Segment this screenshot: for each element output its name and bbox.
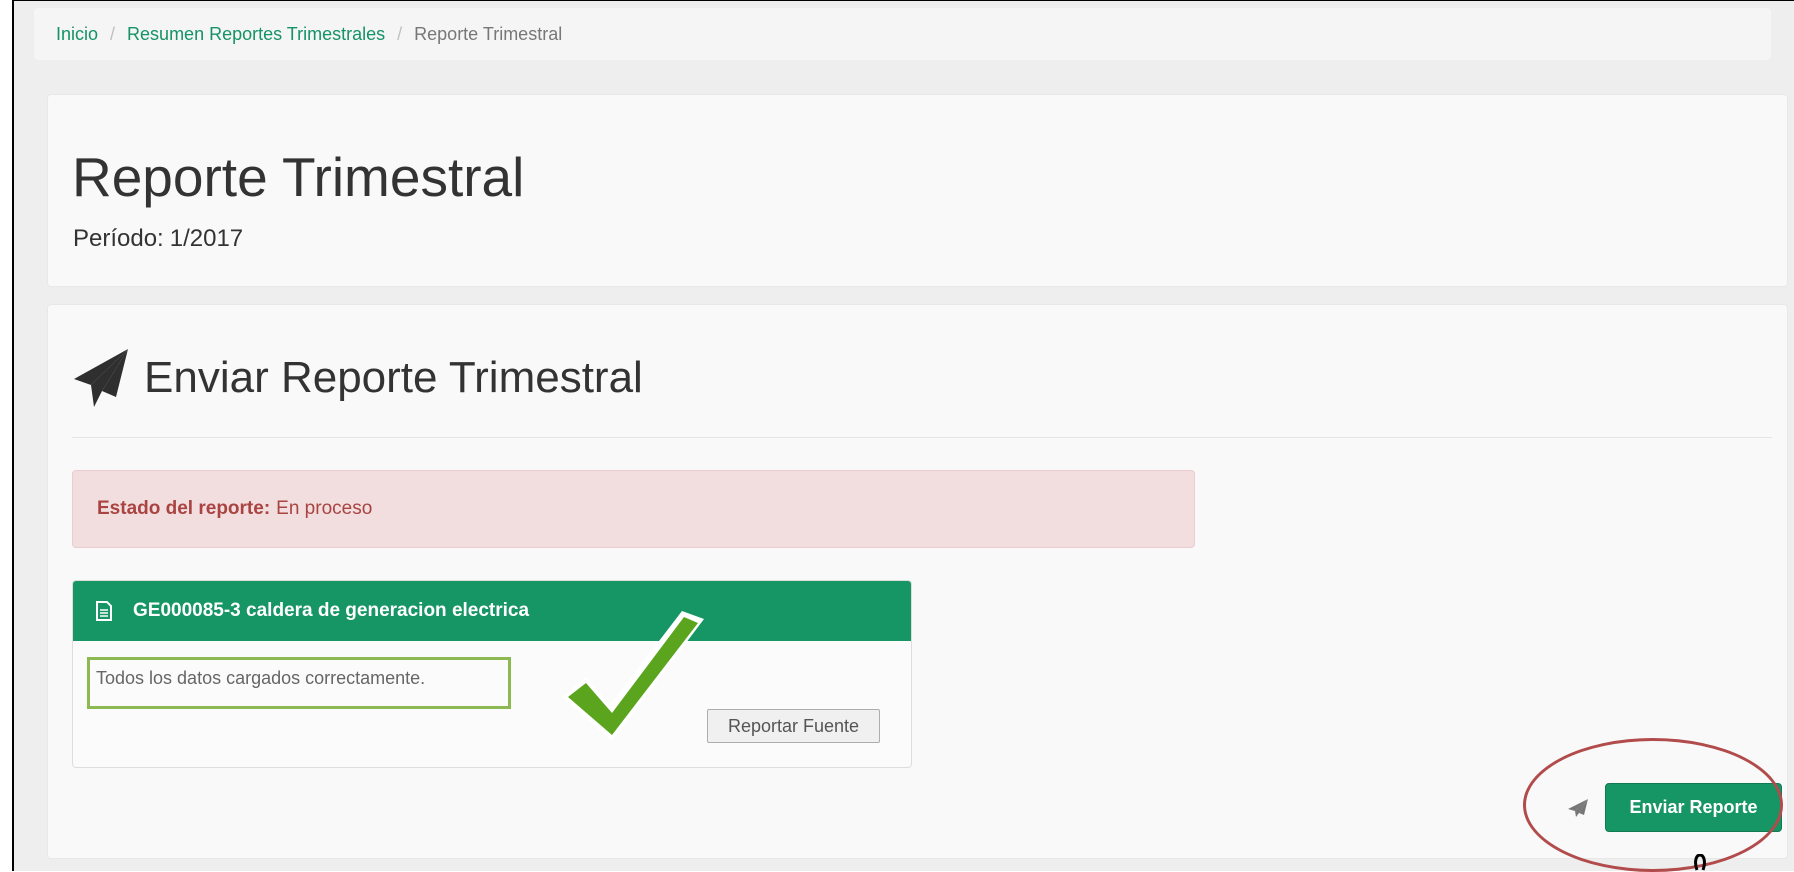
report-header-panel: Reporte Trimestral Período: 1/2017 (47, 94, 1788, 287)
breadcrumb-separator: / (110, 23, 116, 44)
paper-plane-icon (74, 349, 128, 407)
period-value: 1/2017 (169, 225, 244, 252)
page-title: Reporte Trimestral (72, 146, 525, 208)
period-info: Período: 1/2017 (73, 225, 243, 253)
breadcrumb: Inicio / Resumen Reportes Trimestrales /… (34, 8, 1771, 60)
breadcrumb-summary-link[interactable]: Resumen Reportes Trimestrales (127, 24, 385, 45)
success-message: Todos los datos cargados correctamente. (87, 657, 511, 709)
source-card: GE000085-3 caldera de generacion electri… (72, 580, 912, 768)
breadcrumb-separator: / (397, 23, 403, 44)
send-report-panel: Enviar Reporte Trimestral Estado del rep… (47, 304, 1788, 859)
section-divider (72, 437, 1772, 438)
section-title: Enviar Reporte Trimestral (144, 353, 643, 402)
status-value: En proceso (276, 498, 373, 519)
source-card-header: GE000085-3 caldera de generacion electri… (73, 581, 911, 641)
send-report-button[interactable]: Enviar Reporte (1605, 783, 1782, 832)
report-source-button[interactable]: Reportar Fuente (707, 709, 880, 743)
document-icon (96, 601, 112, 621)
breadcrumb-home-link[interactable]: Inicio (56, 24, 98, 45)
section-heading: Enviar Reporte Trimestral (72, 347, 643, 409)
mouse-cursor-icon (1694, 854, 1706, 871)
checkmark-icon (562, 611, 704, 741)
send-action: Enviar Reporte (1567, 783, 1782, 832)
period-label: Período: (73, 225, 164, 252)
paper-plane-icon (1568, 798, 1588, 817)
status-label: Estado del reporte: (97, 498, 271, 519)
status-alert: Estado del reporte: En proceso (72, 470, 1195, 548)
breadcrumb-current: Reporte Trimestral (414, 23, 563, 44)
source-title: GE000085-3 caldera de generacion electri… (133, 600, 530, 621)
